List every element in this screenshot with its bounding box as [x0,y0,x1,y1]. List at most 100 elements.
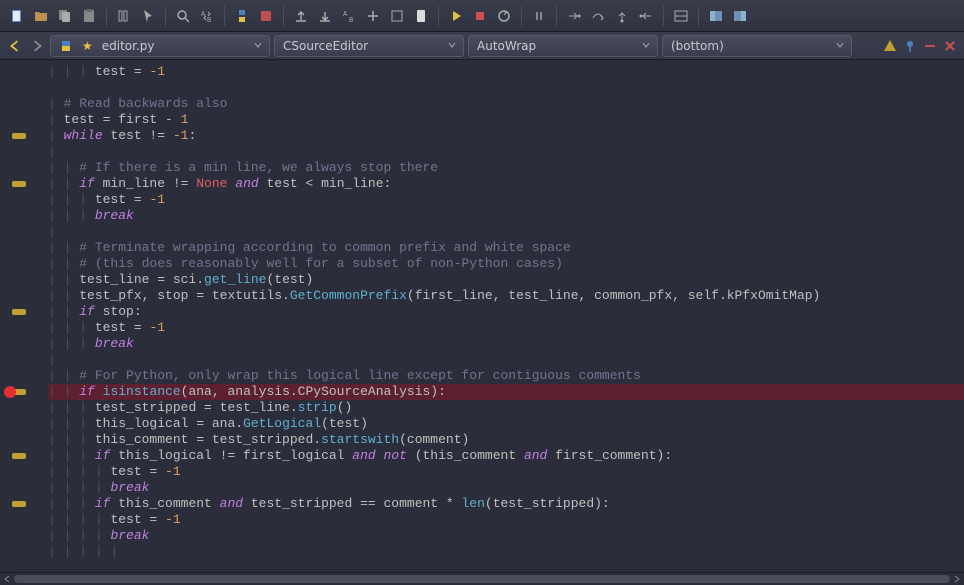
chevron-down-icon [835,39,845,53]
code-line[interactable]: | | test_line = sci.get_line(test) [48,272,964,288]
scroll-right-icon[interactable] [950,573,964,585]
nav-forward-icon[interactable] [28,37,46,55]
code-line[interactable]: | | | test = -1 [48,320,964,336]
cursor-icon[interactable] [137,5,159,27]
paste-icon[interactable] [78,5,100,27]
scroll-left-icon[interactable] [0,573,14,585]
add-icon[interactable] [362,5,384,27]
code-area[interactable]: | | | test = -1| # Read backwards also| … [44,60,964,572]
code-line[interactable]: | | | if this_logical != first_logical a… [48,448,964,464]
code-line[interactable]: | | if isinstance(ana, analysis.CPySourc… [48,384,964,400]
stop-script-icon[interactable] [255,5,277,27]
code-line[interactable]: | | # Terminate wrapping according to co… [48,240,964,256]
copy-icon[interactable] [54,5,76,27]
position-label: (bottom) [671,39,829,53]
code-line[interactable]: | [48,144,964,160]
stop-icon[interactable] [469,5,491,27]
layout-b-icon[interactable] [729,5,751,27]
code-line[interactable]: | | # (this does reasonably well for a s… [48,256,964,272]
separator [106,6,107,26]
nav-back-icon[interactable] [6,37,24,55]
warning-icon[interactable] [882,38,898,54]
file-name: editor.py [102,39,247,53]
code-line[interactable]: | | | | | [48,544,964,560]
step-into-icon[interactable] [563,5,585,27]
step-return-icon[interactable] [635,5,657,27]
separator [224,6,225,26]
play-icon[interactable] [445,5,467,27]
code-line[interactable]: | | | this_logical = ana.GetLogical(test… [48,416,964,432]
code-line[interactable]: | | | this_comment = test_stripped.start… [48,432,964,448]
svg-text:A: A [343,11,348,19]
tabbar-status [882,38,958,54]
code-line[interactable]: | | # If there is a min line, we always … [48,160,964,176]
position-dropdown[interactable]: (bottom) [662,35,852,57]
editor-area: | | | test = -1| # Read backwards also| … [0,60,964,572]
fold-marker-icon[interactable] [12,501,26,507]
close-icon[interactable] [942,38,958,54]
panels-icon[interactable] [670,5,692,27]
search-icon[interactable] [172,5,194,27]
modified-star-icon: ★ [82,39,93,53]
box-icon[interactable] [386,5,408,27]
code-line[interactable]: | | | break [48,208,964,224]
replace-icon[interactable]: AB [196,5,218,27]
python-icon[interactable] [231,5,253,27]
breakpoint-icon[interactable] [4,386,16,398]
pause-icon[interactable] [528,5,550,27]
minimize-icon[interactable] [922,38,938,54]
separator [521,6,522,26]
code-line[interactable]: | | if min_line != None and test < min_l… [48,176,964,192]
editor-type-dropdown[interactable]: CSourceEditor [274,35,464,57]
code-line[interactable]: | | | test = -1 [48,192,964,208]
code-line[interactable]: | test = first - 1 [48,112,964,128]
new-file-icon[interactable] [6,5,28,27]
fold-marker-icon[interactable] [12,133,26,139]
code-line[interactable]: | | if stop: [48,304,964,320]
editor-type-label: CSourceEditor [283,39,441,53]
chevron-down-icon [641,39,651,53]
code-line[interactable]: | | | break [48,336,964,352]
code-line[interactable]: | | | test = -1 [48,64,964,80]
page-icon[interactable] [410,5,432,27]
code-line[interactable] [48,80,964,96]
layout-a-icon[interactable] [705,5,727,27]
code-line[interactable]: | | | | test = -1 [48,464,964,480]
code-line[interactable]: | [48,352,964,368]
svg-text:B: B [207,17,211,24]
tab-bar: ★ editor.py CSourceEditor AutoWrap (bott… [0,32,964,60]
upload-icon[interactable] [290,5,312,27]
fold-marker-icon[interactable] [12,309,26,315]
scrollbar-thumb[interactable] [14,575,950,583]
download-icon[interactable] [314,5,336,27]
wrap-label: AutoWrap [477,39,635,53]
step-over-icon[interactable] [587,5,609,27]
step-out-icon[interactable] [611,5,633,27]
code-line[interactable]: | | | test_stripped = test_line.strip() [48,400,964,416]
code-line[interactable]: | | | if this_comment and test_stripped … [48,496,964,512]
code-line[interactable]: | | | | break [48,528,964,544]
code-line[interactable]: | [48,224,964,240]
restart-icon[interactable] [493,5,515,27]
code-line[interactable]: | | # For Python, only wrap this logical… [48,368,964,384]
code-line[interactable]: | # Read backwards also [48,96,964,112]
fold-marker-icon[interactable] [12,453,26,459]
open-folder-icon[interactable] [30,5,52,27]
separator [165,6,166,26]
separator [698,6,699,26]
code-line[interactable]: | | | | break [48,480,964,496]
chevron-down-icon [253,39,263,53]
find-replace-icon[interactable]: AB [338,5,360,27]
separator [556,6,557,26]
horizontal-scrollbar[interactable] [0,572,964,584]
indent-icon[interactable] [113,5,135,27]
file-dropdown[interactable]: ★ editor.py [50,35,270,57]
code-line[interactable]: | | | | test = -1 [48,512,964,528]
wrap-dropdown[interactable]: AutoWrap [468,35,658,57]
code-line[interactable]: | | test_pfx, stop = textutils.GetCommon… [48,288,964,304]
pin-icon[interactable] [902,38,918,54]
code-line[interactable]: | while test != -1: [48,128,964,144]
separator [663,6,664,26]
gutter[interactable] [0,60,44,572]
fold-marker-icon[interactable] [12,181,26,187]
